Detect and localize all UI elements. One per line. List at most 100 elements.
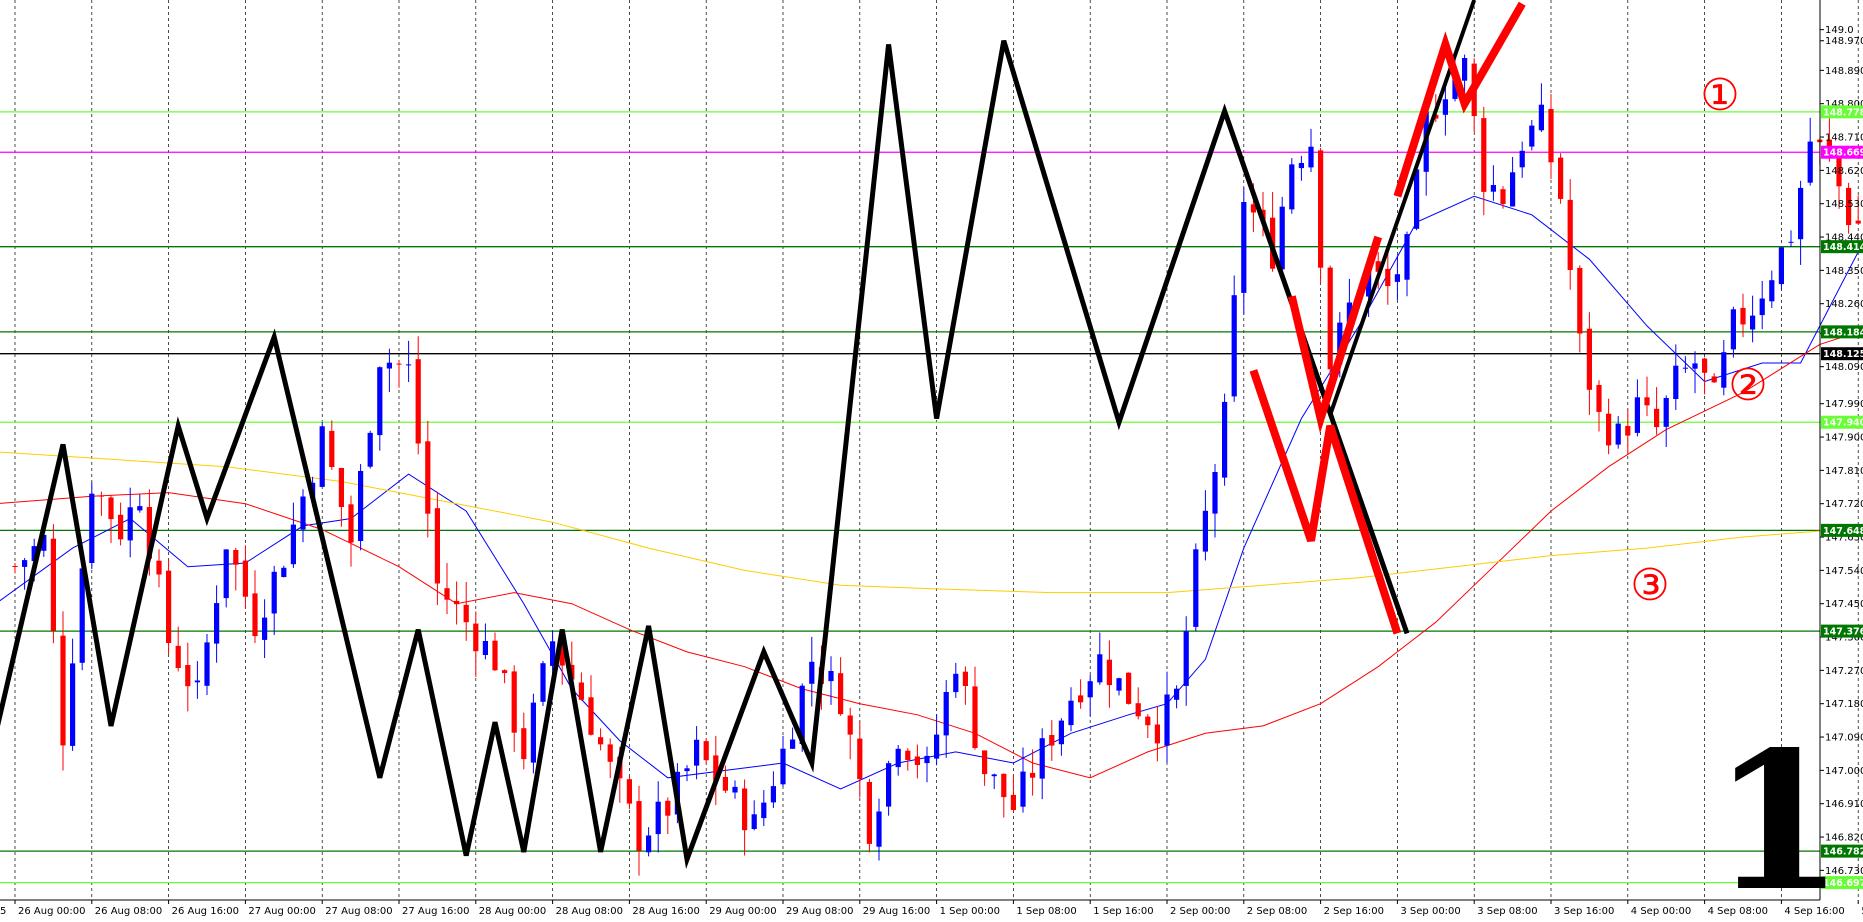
time-tick-label: 26 Aug 00:00 [18,906,85,917]
candle-body [1327,267,1333,370]
time-tick-label: 26 Aug 08:00 [95,906,162,917]
price-tick-label: 147.270 [1825,666,1863,677]
candle-body [1231,295,1237,397]
candle-body [223,549,229,599]
candle-body [1692,363,1698,369]
candle-body [50,538,56,631]
price-tick-label: 148.890 [1825,66,1863,77]
candle-body [12,566,18,567]
candle-body [1279,206,1285,270]
price-tick-label: 148.620 [1825,166,1863,177]
candle-body [962,671,968,686]
price-tick-label: 147.720 [1825,499,1863,510]
candle-body [742,788,748,831]
price-badge-label: 148.125 [1823,349,1863,360]
candle-body [578,682,584,700]
candle-body [1769,280,1775,302]
candle-body [665,800,671,816]
candle-body [694,739,700,766]
candle-body [175,645,181,668]
candle-body [194,680,200,683]
candle-body [1135,703,1141,717]
candle-body [972,686,978,748]
price-tick-label: 149.0 [1825,25,1854,36]
candle-body [1759,298,1765,316]
candle-body [1116,678,1122,691]
candle-body [1404,234,1410,280]
candle-body [655,801,661,835]
forecast-marker-label: ① [1700,70,1739,121]
candle-body [1078,695,1084,703]
candle-body [1529,125,1535,147]
candle-body [790,739,796,749]
candle-body [905,750,911,760]
candle-body [108,497,114,520]
time-tick-label: 29 Aug 08:00 [786,906,853,917]
candle-body [626,779,632,804]
price-tick-label: 147.990 [1825,399,1863,410]
candle-body [1855,220,1861,224]
candle-body [214,603,220,644]
time-tick-label: 26 Aug 16:00 [172,906,239,917]
candle-body [1385,268,1391,287]
candle-body [1586,328,1592,390]
candle-body [156,560,162,575]
candle-body [1644,397,1650,406]
price-chart[interactable]: 149.0148.970148.890148.800148.710148.620… [0,0,1863,922]
time-tick-label: 1 Sep 16:00 [1093,906,1153,917]
candle-body [454,600,460,605]
candle-body [866,782,872,844]
candle-body [70,663,76,746]
candle-body [1558,157,1564,199]
candle-body [924,755,930,764]
candle-body [1308,146,1314,168]
candle-body [252,593,258,637]
candle-body [60,635,66,746]
forecast-marker-label: ③ [1630,560,1669,611]
candle-body [463,604,469,623]
candle-body [1241,202,1247,293]
candle-body [914,756,920,765]
price-badge-label: 147.940 [1823,418,1863,429]
candle-body [233,550,239,565]
time-tick-label: 29 Aug 00:00 [709,906,776,917]
candle-body [1193,549,1199,627]
price-badge-label: 148.414 [1823,242,1863,253]
price-badge-label: 148.778 [1823,107,1863,118]
price-badge-label: 148.669 [1823,148,1863,159]
candle-body [281,567,287,577]
candle-body [934,734,940,759]
candle-body [1750,315,1756,330]
candle-body [1212,472,1218,514]
candle-body [329,430,335,467]
candle-body [1721,352,1727,388]
candle-body [415,359,421,444]
candle-body [1807,141,1813,183]
time-tick-label: 27 Aug 08:00 [325,906,392,917]
price-badge-label: 147.648 [1823,526,1863,537]
candle-body [434,508,440,584]
candle-body [1174,688,1180,700]
candle-body [857,738,863,780]
time-label-fragment: 5 [0,906,6,917]
candle-body [98,495,104,497]
candle-body [1001,773,1007,798]
candle-body [1318,150,1324,268]
candle-body [1394,274,1400,282]
candle-body [1538,104,1544,131]
candle-body [1654,408,1660,428]
candle-body [953,673,959,693]
candle-body [809,661,815,684]
candle-body [425,441,431,514]
candle-body [444,588,450,600]
candle-body [1663,398,1669,427]
candle-body [271,571,277,614]
candle-body [300,496,306,530]
candle-body [521,728,527,760]
time-tick-label: 28 Aug 00:00 [479,906,546,917]
time-tick-label: 28 Aug 16:00 [632,906,699,917]
candle-body [1577,267,1583,334]
candle-body [118,514,124,540]
time-tick-label: 27 Aug 16:00 [402,906,469,917]
candle-body [1606,413,1612,446]
